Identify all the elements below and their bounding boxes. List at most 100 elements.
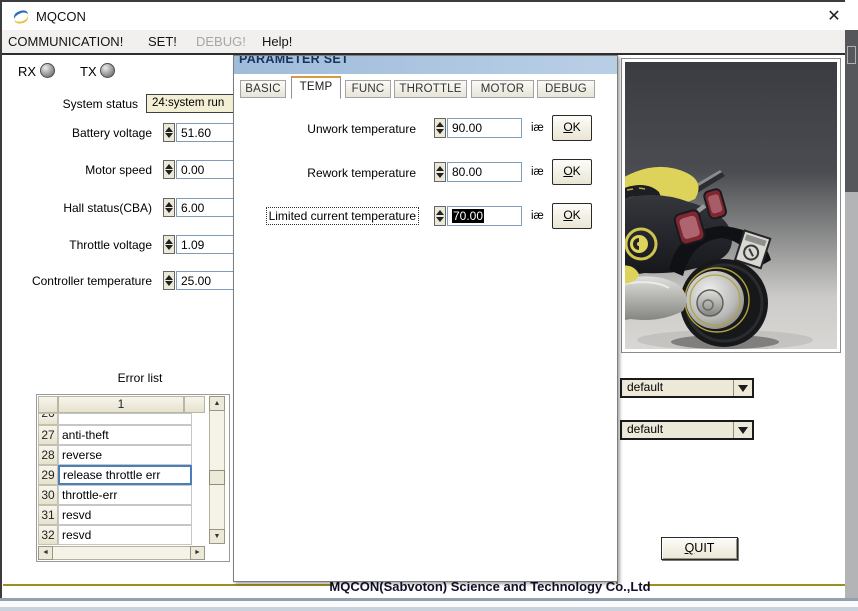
unwork-temperature-spinner[interactable] bbox=[434, 118, 446, 138]
battery-voltage-spinner[interactable] bbox=[163, 123, 175, 142]
scroll-left-icon[interactable]: ◄ bbox=[38, 546, 53, 560]
ok-button-unwork[interactable]: OK bbox=[552, 115, 592, 141]
app-logo-icon bbox=[11, 7, 31, 27]
profile-dropdown-1[interactable]: default bbox=[620, 378, 754, 398]
menu-help[interactable]: Help! bbox=[262, 34, 292, 49]
rework-temperature-field[interactable]: 80.00 bbox=[447, 162, 522, 182]
scroll-right-icon[interactable]: ► bbox=[190, 546, 205, 560]
rx-led-indicator bbox=[40, 63, 55, 78]
dialog-title-bar[interactable]: PARAMETER SET bbox=[234, 56, 617, 74]
menu-set[interactable]: SET! bbox=[148, 34, 177, 49]
spinner-up-icon[interactable] bbox=[436, 122, 444, 127]
spinner-up-icon[interactable] bbox=[436, 210, 444, 215]
v-scrollbar-thumb[interactable] bbox=[209, 470, 225, 485]
throttle-voltage-spinner[interactable] bbox=[163, 235, 175, 254]
table-corner-cell[interactable] bbox=[38, 396, 58, 413]
row-number-30[interactable]: 30 bbox=[38, 485, 58, 505]
scroll-up-icon[interactable]: ▲ bbox=[209, 396, 225, 411]
rx-label: RX bbox=[18, 64, 36, 79]
app-window: MQCON ✕ COMMUNICATION! SET! DEBUG! Help!… bbox=[0, 0, 858, 611]
chevron-down-icon[interactable] bbox=[733, 380, 752, 396]
table-row[interactable] bbox=[58, 413, 192, 425]
window-left-border bbox=[0, 0, 2, 601]
hall-status-spinner[interactable] bbox=[163, 198, 175, 217]
background-scrollbar-thumb bbox=[847, 46, 856, 64]
unit-label: iæ bbox=[531, 210, 544, 222]
spinner-down-icon[interactable] bbox=[165, 133, 173, 138]
tab-basic[interactable]: BASIC bbox=[240, 80, 286, 98]
row-number-31[interactable]: 31 bbox=[38, 505, 58, 525]
table-row[interactable]: reverse bbox=[58, 445, 192, 465]
controller-temperature-label: Controller temperature bbox=[0, 274, 152, 288]
spinner-down-icon[interactable] bbox=[436, 173, 444, 178]
spinner-up-icon[interactable] bbox=[165, 202, 173, 207]
selected-value: 70.00 bbox=[452, 209, 484, 223]
quit-button[interactable]: QUIT bbox=[661, 537, 738, 560]
table-column-header[interactable]: 1 bbox=[58, 396, 184, 413]
title-bar: MQCON ✕ bbox=[2, 2, 845, 30]
motor-speed-spinner[interactable] bbox=[163, 160, 175, 179]
parameter-set-dialog: PARAMETER SET BASIC TEMP FUNC THROTTLE M… bbox=[233, 55, 618, 582]
motorcycle-illustration bbox=[625, 62, 837, 349]
menu-debug: DEBUG! bbox=[196, 34, 246, 49]
table-row[interactable]: anti-theft bbox=[58, 425, 192, 445]
error-list-title: Error list bbox=[90, 371, 190, 385]
window-title: MQCON bbox=[36, 9, 86, 24]
table-header-filler bbox=[184, 396, 205, 413]
tab-throttle[interactable]: THROTTLE bbox=[394, 80, 467, 98]
tx-led-indicator bbox=[100, 63, 115, 78]
system-status-label: System status bbox=[0, 97, 138, 111]
spinner-up-icon[interactable] bbox=[165, 275, 173, 280]
limited-current-temperature-spinner[interactable] bbox=[434, 206, 446, 226]
row-number-29[interactable]: 29 bbox=[38, 465, 58, 485]
table-row[interactable]: resvd bbox=[58, 525, 192, 545]
ok-button-limited-current[interactable]: OK bbox=[552, 203, 592, 229]
ok-button-rework[interactable]: OK bbox=[552, 159, 592, 185]
tab-debug[interactable]: DEBUG bbox=[537, 80, 595, 98]
controller-temperature-spinner[interactable] bbox=[163, 271, 175, 290]
spinner-down-icon[interactable] bbox=[165, 208, 173, 213]
bottom-strip-shadow bbox=[0, 607, 858, 611]
unwork-temperature-field[interactable]: 90.00 bbox=[447, 118, 522, 138]
spinner-up-icon[interactable] bbox=[165, 127, 173, 132]
hall-status-label: Hall status(CBA) bbox=[0, 201, 152, 215]
row-number-28[interactable]: 28 bbox=[38, 445, 58, 465]
spinner-up-icon[interactable] bbox=[436, 166, 444, 171]
spinner-down-icon[interactable] bbox=[436, 129, 444, 134]
tab-temp[interactable]: TEMP bbox=[291, 76, 341, 99]
table-row[interactable]: throttle-err bbox=[58, 485, 192, 505]
limited-current-temperature-field[interactable]: 70.00 bbox=[447, 206, 522, 226]
h-scrollbar-track[interactable] bbox=[38, 546, 205, 560]
motor-speed-label: Motor speed bbox=[0, 163, 152, 177]
table-row-selected[interactable]: release throttle err bbox=[58, 465, 192, 485]
tx-label: TX bbox=[80, 64, 97, 79]
spinner-down-icon[interactable] bbox=[165, 245, 173, 250]
unit-label: iæ bbox=[531, 122, 544, 134]
chevron-down-icon[interactable] bbox=[733, 422, 752, 438]
row-number-32[interactable]: 32 bbox=[38, 525, 58, 545]
row-number-26[interactable]: 26 bbox=[38, 413, 58, 425]
table-row[interactable]: resvd bbox=[58, 505, 192, 525]
battery-voltage-label: Battery voltage bbox=[0, 126, 152, 140]
close-icon[interactable]: ✕ bbox=[822, 6, 846, 28]
spinner-up-icon[interactable] bbox=[165, 164, 173, 169]
spinner-down-icon[interactable] bbox=[436, 217, 444, 222]
focus-rectangle: Limited current temperature bbox=[266, 207, 419, 225]
dialog-title: PARAMETER SET bbox=[234, 56, 617, 66]
motorcycle-photo bbox=[621, 58, 841, 353]
unwork-temperature-label: Unwork temperature bbox=[234, 122, 416, 136]
menu-communication[interactable]: COMMUNICATION! bbox=[8, 34, 123, 49]
rework-temperature-spinner[interactable] bbox=[434, 162, 446, 182]
throttle-voltage-label: Throttle voltage bbox=[0, 238, 152, 252]
row-number-27[interactable]: 27 bbox=[38, 425, 58, 445]
tab-motor[interactable]: MOTOR bbox=[471, 80, 534, 98]
menu-bar: COMMUNICATION! SET! DEBUG! Help! bbox=[2, 30, 845, 55]
tab-func[interactable]: FUNC bbox=[345, 80, 391, 98]
spinner-up-icon[interactable] bbox=[165, 239, 173, 244]
limited-current-temperature-label: Limited current temperature bbox=[234, 207, 419, 225]
spinner-down-icon[interactable] bbox=[165, 281, 173, 286]
unit-label: iæ bbox=[531, 166, 544, 178]
profile-dropdown-2[interactable]: default bbox=[620, 420, 754, 440]
spinner-down-icon[interactable] bbox=[165, 170, 173, 175]
scroll-down-icon[interactable]: ▼ bbox=[209, 529, 225, 544]
